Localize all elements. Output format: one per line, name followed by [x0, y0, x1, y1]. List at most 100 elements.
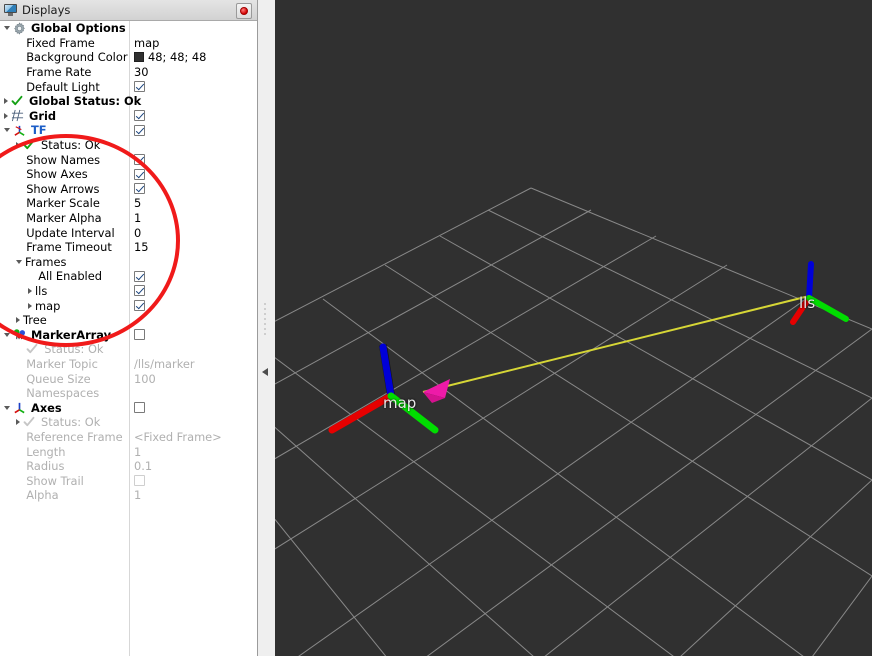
value-text[interactable]: 1 [134, 488, 141, 502]
tree-row-frame-rate[interactable]: Frame Rate30 [0, 65, 257, 80]
tree-row-map[interactable]: map [0, 298, 257, 313]
chevron-down-icon[interactable] [4, 26, 10, 30]
chevron-right-icon[interactable] [28, 303, 32, 309]
chevron-right-icon[interactable] [4, 98, 8, 104]
tree-row-alpha[interactable]: Alpha1 [0, 488, 257, 503]
tree-row-reference-frame[interactable]: Reference Frame<Fixed Frame> [0, 430, 257, 445]
tree-row-length[interactable]: Length1 [0, 444, 257, 459]
tree-row-status-ok[interactable]: Status: Ok [0, 415, 257, 430]
tree-row-show-names[interactable]: Show Names [0, 152, 257, 167]
checkbox-show-arrows[interactable] [134, 183, 145, 194]
tree-row-label: All Enabled [38, 269, 102, 283]
tree-row-grid[interactable]: Grid [0, 109, 257, 124]
splitter-grip[interactable] [264, 300, 269, 356]
tree-row-frames[interactable]: Frames [0, 255, 257, 270]
tree-row-show-trail[interactable]: Show Trail [0, 473, 257, 488]
chevron-down-icon[interactable] [4, 333, 10, 337]
checkbox-show-axes[interactable] [134, 169, 145, 180]
tree-row-label: Global Options [31, 21, 126, 35]
value-text[interactable]: 30 [134, 65, 149, 79]
value-text[interactable]: <Fixed Frame> [134, 430, 222, 444]
tree-row-global-status-ok[interactable]: Global Status: Ok [0, 94, 257, 109]
tree-row-queue-size[interactable]: Queue Size100 [0, 371, 257, 386]
tree-row-marker-alpha[interactable]: Marker Alpha 1 [0, 211, 257, 226]
chevron-down-icon[interactable] [16, 260, 22, 264]
chevron-right-icon[interactable] [28, 288, 32, 294]
value-text[interactable]: 100 [134, 372, 156, 386]
value-checkbox-cell [134, 300, 145, 311]
tree-row-lls[interactable]: lls [0, 284, 257, 299]
tree-row-default-light[interactable]: Default Light [0, 79, 257, 94]
tree-row-label: TF [31, 123, 47, 137]
tree-row-fixed-frame[interactable]: Fixed Framemap [0, 36, 257, 51]
tree-row-radius[interactable]: Radius0.1 [0, 459, 257, 474]
checkbox-grid[interactable] [134, 110, 145, 121]
chevron-right-icon[interactable] [16, 419, 20, 425]
value-text[interactable]: 1 [134, 211, 141, 225]
tree-row-global-options[interactable]: Global Options [0, 21, 257, 36]
tree-row-label: Marker Topic [26, 357, 98, 371]
tree-row-label: Namespaces [26, 386, 99, 400]
value-checkbox-cell [134, 110, 145, 121]
checkbox-show-names[interactable] [134, 154, 145, 165]
checkbox-markerarray[interactable] [134, 329, 145, 340]
grid-icon [11, 109, 25, 122]
render-view-3d[interactable]: map lls [275, 0, 872, 656]
tree-row-frame-timeout[interactable]: Frame Timeout15 [0, 240, 257, 255]
checkbox-tf[interactable] [134, 125, 145, 136]
chevron-right-icon[interactable] [4, 113, 8, 119]
check-icon-dim [26, 343, 40, 356]
displays-tree[interactable]: Global OptionsFixed FramemapBackground C… [0, 21, 257, 656]
viewport-background [275, 0, 872, 656]
chevron-left-icon[interactable] [262, 368, 268, 376]
color-swatch[interactable] [134, 52, 144, 62]
displays-panel: Displays Global OptionsFixed FramemapBac… [0, 0, 258, 656]
markerarray-icon [13, 328, 27, 341]
tree-row-update-interval[interactable]: Update Interval0 [0, 225, 257, 240]
value-text[interactable]: map [134, 36, 159, 50]
tree-row-label: Marker Scale [26, 196, 100, 210]
chevron-down-icon[interactable] [4, 406, 10, 410]
tree-row-axes[interactable]: Axes [0, 400, 257, 415]
panel-splitter[interactable] [258, 0, 276, 656]
checkbox-lls[interactable] [134, 285, 145, 296]
tree-row-label: Frames [25, 255, 66, 269]
tree-row-label: Status: Ok [41, 415, 100, 429]
tree-row-label: Show Trail [26, 474, 84, 488]
tree-row-status-ok[interactable]: Status: Ok [0, 138, 257, 153]
value-text[interactable]: 15 [134, 240, 149, 254]
value-text[interactable]: 1 [134, 445, 141, 459]
value-text[interactable]: 0.1 [134, 459, 152, 473]
tree-row-background-color[interactable]: Background Color48; 48; 48 [0, 50, 257, 65]
tree-row-marker-scale[interactable]: Marker Scale 5 [0, 196, 257, 211]
tree-row-show-axes[interactable]: Show Axes [0, 167, 257, 182]
checkbox-map[interactable] [134, 300, 145, 311]
close-icon[interactable] [236, 3, 252, 19]
chevron-down-icon[interactable] [4, 128, 10, 132]
checkbox-default-light[interactable] [134, 81, 145, 92]
checkbox-show-trail[interactable] [134, 475, 145, 486]
checkbox-all-enabled[interactable] [134, 271, 145, 282]
tree-row-show-arrows[interactable]: Show Arrows [0, 182, 257, 197]
check-icon [23, 139, 37, 152]
tree-row-tf[interactable]: TF [0, 123, 257, 138]
value-checkbox-cell [134, 169, 145, 180]
value-text[interactable]: 5 [134, 196, 141, 210]
tree-row-markerarray[interactable]: MarkerArray [0, 327, 257, 342]
chevron-right-icon[interactable] [16, 142, 20, 148]
tree-row-label: MarkerArray [31, 328, 111, 342]
value-text[interactable]: 0 [134, 226, 141, 240]
checkbox-axes[interactable] [134, 402, 145, 413]
tree-row-tree[interactable]: Tree [0, 313, 257, 328]
gear-icon [13, 22, 27, 35]
tree-row-label: Default Light [26, 80, 100, 94]
value-text[interactable]: /lls/marker [134, 357, 195, 371]
tree-row-label: Grid [29, 109, 56, 123]
tree-row-label: Marker Alpha [26, 211, 101, 225]
tree-row-status-ok[interactable]: Status: Ok [0, 342, 257, 357]
chevron-right-icon[interactable] [16, 317, 20, 323]
tree-row-namespaces[interactable]: Namespaces [0, 386, 257, 401]
tree-row-all-enabled[interactable]: All Enabled [0, 269, 257, 284]
tree-row-label: Show Axes [26, 167, 87, 181]
tree-row-marker-topic[interactable]: Marker Topic/lls/marker [0, 357, 257, 372]
